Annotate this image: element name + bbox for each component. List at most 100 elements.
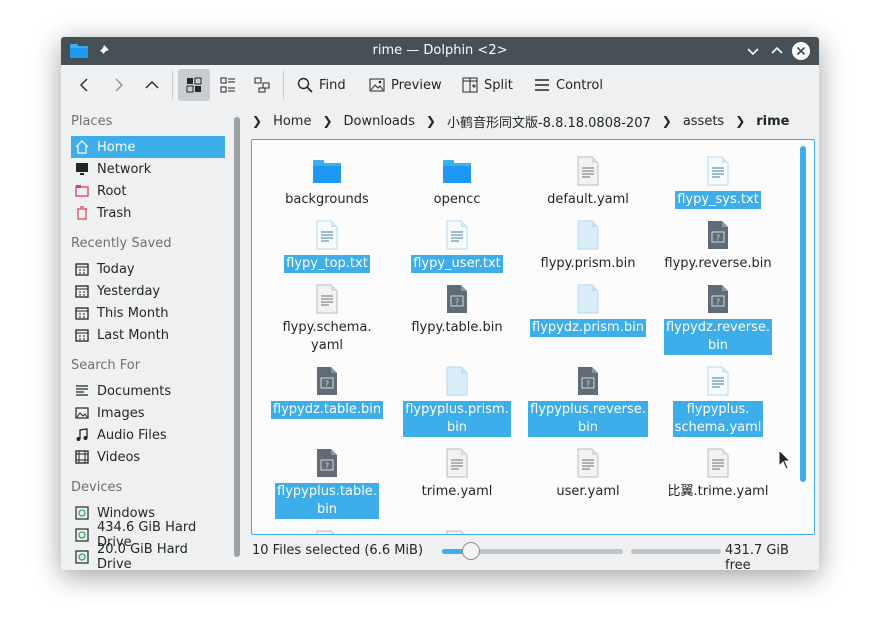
file-icon: ? [523, 360, 653, 396]
sidebar-item-label: Last Month [97, 327, 169, 343]
file-item[interactable]: flypy_top.txt [262, 214, 392, 273]
sidebar-item-audio-files[interactable]: Audio Files [71, 424, 225, 446]
sidebar-item-label: Images [97, 405, 145, 421]
sidebar-item-documents[interactable]: Documents [71, 380, 225, 402]
sidebar-item-label: Documents [97, 383, 172, 399]
file-name: trime.yaml [421, 484, 493, 499]
sidebar-item-trash[interactable]: Trash [71, 202, 225, 224]
file-icon [392, 214, 522, 250]
sidebar-item-network[interactable]: Network [71, 158, 225, 180]
compact-view-button[interactable] [212, 69, 244, 101]
breadcrumb-separator-icon[interactable]: ❯ [426, 114, 436, 128]
breadcrumb-item-downloads[interactable]: Downloads [344, 114, 415, 129]
sidebar-scrollbar[interactable] [234, 117, 240, 557]
file-item[interactable]: flypydz.prism.bin [523, 278, 653, 337]
sidebar-item-label: Windows [97, 505, 156, 521]
close-icon[interactable] [791, 41, 811, 61]
file-icon [653, 150, 783, 186]
breadcrumb-separator-icon[interactable]: ❯ [662, 114, 672, 128]
icons-view-button[interactable] [178, 69, 210, 101]
split-button[interactable]: Split [462, 69, 513, 101]
details-view-button[interactable] [246, 69, 278, 101]
file-item[interactable]: 比翼.trime.yaml [653, 442, 783, 501]
file-item[interactable]: ? flypyplus.table. bin [262, 442, 392, 519]
forward-button[interactable] [104, 69, 132, 101]
file-item[interactable]: trime.yaml [392, 442, 522, 501]
file-item[interactable]: user.yaml [523, 442, 653, 501]
breadcrumb: ❯ Home ❯ Downloads ❯ 小鹤音形同文版-8.8.18.0808… [252, 109, 812, 133]
file-name: flypydz.reverse. bin [663, 319, 773, 355]
file-name: flypyplus.reverse. bin [528, 401, 648, 437]
breadcrumb-item-home[interactable]: Home [273, 114, 311, 129]
file-item[interactable]: ? flypy.reverse.bin [653, 214, 783, 273]
image-preview-icon [369, 78, 385, 92]
file-item[interactable]: ? flypydz.reverse. bin [653, 278, 783, 355]
sidebar-item-home[interactable]: Home [71, 136, 225, 158]
file-name: flypy.reverse.bin [664, 256, 772, 271]
breadcrumb-item-rime[interactable]: rime [756, 114, 789, 129]
places-heading: Places [71, 114, 113, 129]
control-label: Control [556, 77, 603, 93]
file-item[interactable]: flypyplus.prism. bin [392, 360, 522, 437]
hamburger-menu-icon [535, 79, 549, 91]
file-item[interactable]: ? flypy.table.bin [392, 278, 522, 337]
free-space-bar [631, 549, 721, 554]
file-item[interactable]: flypy.prism.bin [523, 214, 653, 273]
sidebar-item-label: Yesterday [97, 283, 161, 299]
folder-icon [262, 150, 392, 186]
file-view-scrollbar[interactable] [800, 146, 806, 482]
file-item[interactable]: flypy_sys.txt [653, 150, 783, 209]
preview-button[interactable]: Preview [369, 69, 442, 101]
chevron-right-icon [115, 78, 123, 92]
breadcrumb-item-assets[interactable]: assets [683, 114, 724, 129]
sidebar-item-label: Audio Files [97, 427, 167, 443]
title-bar[interactable]: rime — Dolphin <2> [61, 37, 819, 65]
folder-item[interactable]: opencc [392, 150, 522, 209]
up-button[interactable] [138, 69, 166, 101]
file-item[interactable]: default.yaml [523, 150, 653, 209]
breadcrumb-item-flypy[interactable]: 小鹤音形同文版-8.8.18.0808-207 [447, 112, 651, 131]
file-name: backgrounds [285, 192, 369, 207]
zoom-slider-handle[interactable] [462, 542, 480, 560]
sidebar-item-label: Trash [97, 205, 132, 221]
file-item[interactable]: ? flypyplus.reverse. bin [523, 360, 653, 437]
sidebar-item-today[interactable]: Today [71, 258, 225, 280]
control-button[interactable]: Control [534, 69, 603, 101]
file-item[interactable] [262, 524, 392, 534]
file-view[interactable]: backgrounds opencc default.yaml flypy_sys.t… [251, 139, 815, 535]
svg-text:?: ? [325, 380, 329, 389]
sidebar-item-root[interactable]: Root [71, 180, 225, 202]
sidebar-item-hard-drive-20[interactable]: 20.0 GiB Hard Drive [71, 542, 225, 570]
file-name: user.yaml [556, 484, 620, 499]
file-item[interactable]: flypy_user.txt [392, 214, 522, 273]
file-item[interactable]: flypyplus. schema.yaml [653, 360, 783, 437]
sidebar-item-label: 20.0 GiB Hard Drive [97, 542, 188, 570]
file-icon [262, 524, 392, 534]
dolphin-window: rime — Dolphin <2> Find Preview Split Co… [61, 37, 819, 570]
find-button[interactable]: Find [297, 69, 346, 101]
sidebar-item-this-month[interactable]: This Month [71, 302, 225, 324]
sidebar-item-last-month[interactable]: Last Month [71, 324, 225, 346]
minimize-icon[interactable] [743, 41, 763, 61]
back-button[interactable] [71, 69, 99, 101]
details-view-icon [254, 77, 270, 93]
file-name: flypy.schema. yaml [282, 320, 372, 353]
file-item[interactable]: flypy.schema. yaml [262, 278, 392, 355]
document-icon [75, 384, 89, 398]
breadcrumb-separator-icon: ❯ [252, 114, 263, 128]
folder-item[interactable]: backgrounds [262, 150, 392, 209]
sidebar-item-images[interactable]: Images [71, 402, 225, 424]
breadcrumb-separator-icon[interactable]: ❯ [735, 114, 745, 128]
svg-text:?: ? [716, 298, 720, 307]
file-item[interactable] [392, 524, 522, 534]
toolbar: Find Preview Split Control [61, 65, 819, 107]
mouse-cursor-icon [778, 449, 792, 470]
network-icon [75, 162, 89, 176]
svg-text:?: ? [455, 298, 459, 307]
file-item[interactable]: ? flypydz.table.bin [262, 360, 392, 419]
sidebar-item-videos[interactable]: Videos [71, 446, 225, 468]
maximize-icon[interactable] [767, 41, 787, 61]
icons-view-icon [186, 77, 202, 93]
breadcrumb-separator-icon[interactable]: ❯ [322, 114, 332, 128]
sidebar-item-yesterday[interactable]: Yesterday [71, 280, 225, 302]
